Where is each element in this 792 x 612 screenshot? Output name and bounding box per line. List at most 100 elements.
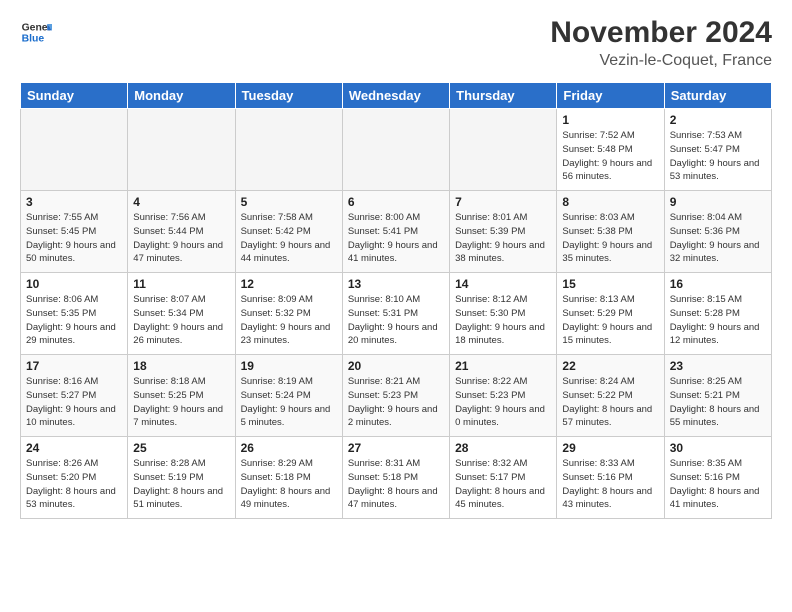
day-number: 20 (348, 359, 444, 373)
col-sunday: Sunday (21, 83, 128, 109)
calendar-cell: 16 Sunrise: 8:15 AM Sunset: 5:28 PM Dayli… (664, 273, 771, 355)
day-number: 4 (133, 195, 229, 209)
day-number: 29 (562, 441, 658, 455)
col-saturday: Saturday (664, 83, 771, 109)
calendar-header-row: Sunday Monday Tuesday Wednesday Thursday… (21, 83, 772, 109)
day-number: 11 (133, 277, 229, 291)
day-number: 5 (241, 195, 337, 209)
day-number: 14 (455, 277, 551, 291)
day-info: Sunrise: 8:33 AM Sunset: 5:16 PM Dayligh… (562, 457, 658, 512)
day-info: Sunrise: 8:35 AM Sunset: 5:16 PM Dayligh… (670, 457, 766, 512)
calendar-cell: 24 Sunrise: 8:26 AM Sunset: 5:20 PM Dayli… (21, 437, 128, 519)
day-info: Sunrise: 8:28 AM Sunset: 5:19 PM Dayligh… (133, 457, 229, 512)
calendar-cell (128, 109, 235, 191)
col-monday: Monday (128, 83, 235, 109)
calendar-week-row-2: 10 Sunrise: 8:06 AM Sunset: 5:35 PM Dayli… (21, 273, 772, 355)
calendar-cell: 21 Sunrise: 8:22 AM Sunset: 5:23 PM Dayli… (450, 355, 557, 437)
day-number: 3 (26, 195, 122, 209)
day-info: Sunrise: 8:22 AM Sunset: 5:23 PM Dayligh… (455, 375, 551, 430)
calendar-week-row-1: 3 Sunrise: 7:55 AM Sunset: 5:45 PM Daylig… (21, 191, 772, 273)
day-info: Sunrise: 8:04 AM Sunset: 5:36 PM Dayligh… (670, 211, 766, 266)
title-block: November 2024 Vezin-le-Coquet, France (550, 16, 772, 70)
calendar-cell: 6 Sunrise: 8:00 AM Sunset: 5:41 PM Daylig… (342, 191, 449, 273)
page-header: General Blue November 2024 Vezin-le-Coqu… (20, 16, 772, 70)
calendar-cell: 7Sunrise: 8:01 AM Sunset: 5:39 PM Daylig… (450, 191, 557, 273)
svg-text:Blue: Blue (22, 34, 45, 45)
calendar-cell: 5 Sunrise: 7:58 AM Sunset: 5:42 PM Daylig… (235, 191, 342, 273)
calendar-cell: 29 Sunrise: 8:33 AM Sunset: 5:16 PM Dayli… (557, 437, 664, 519)
day-info: Sunrise: 8:00 AM Sunset: 5:41 PM Dayligh… (348, 211, 444, 266)
day-info: Sunrise: 8:18 AM Sunset: 5:25 PM Dayligh… (133, 375, 229, 430)
day-number: 25 (133, 441, 229, 455)
day-info: Sunrise: 8:21 AM Sunset: 5:23 PM Dayligh… (348, 375, 444, 430)
day-info: Sunrise: 8:32 AM Sunset: 5:17 PM Dayligh… (455, 457, 551, 512)
col-tuesday: Tuesday (235, 83, 342, 109)
day-info: Sunrise: 8:03 AM Sunset: 5:38 PM Dayligh… (562, 211, 658, 266)
day-number: 13 (348, 277, 444, 291)
day-info: Sunrise: 8:29 AM Sunset: 5:18 PM Dayligh… (241, 457, 337, 512)
day-number: 10 (26, 277, 122, 291)
calendar-cell: 25 Sunrise: 8:28 AM Sunset: 5:19 PM Dayli… (128, 437, 235, 519)
day-number: 28 (455, 441, 551, 455)
day-info: Sunrise: 7:55 AM Sunset: 5:45 PM Dayligh… (26, 211, 122, 266)
calendar-cell: 17 Sunrise: 8:16 AM Sunset: 5:27 PM Dayli… (21, 355, 128, 437)
calendar-cell: 23 Sunrise: 8:25 AM Sunset: 5:21 PM Dayli… (664, 355, 771, 437)
day-info: Sunrise: 8:12 AM Sunset: 5:30 PM Dayligh… (455, 293, 551, 348)
calendar-cell: 22Sunrise: 8:24 AM Sunset: 5:22 PM Dayli… (557, 355, 664, 437)
day-number: 12 (241, 277, 337, 291)
day-info: Sunrise: 8:16 AM Sunset: 5:27 PM Dayligh… (26, 375, 122, 430)
day-number: 2 (670, 113, 766, 127)
day-info: Sunrise: 7:58 AM Sunset: 5:42 PM Dayligh… (241, 211, 337, 266)
day-info: Sunrise: 8:09 AM Sunset: 5:32 PM Dayligh… (241, 293, 337, 348)
calendar-table: Sunday Monday Tuesday Wednesday Thursday… (20, 82, 772, 519)
calendar-cell: 12 Sunrise: 8:09 AM Sunset: 5:32 PM Dayli… (235, 273, 342, 355)
calendar-cell: 18 Sunrise: 8:18 AM Sunset: 5:25 PM Dayli… (128, 355, 235, 437)
calendar-cell: 11 Sunrise: 8:07 AM Sunset: 5:34 PM Dayli… (128, 273, 235, 355)
day-number: 17 (26, 359, 122, 373)
calendar-cell: 2Sunrise: 7:53 AM Sunset: 5:47 PM Daylig… (664, 109, 771, 191)
day-number: 30 (670, 441, 766, 455)
day-number: 23 (670, 359, 766, 373)
calendar-cell: 8 Sunrise: 8:03 AM Sunset: 5:38 PM Daylig… (557, 191, 664, 273)
day-info: Sunrise: 8:06 AM Sunset: 5:35 PM Dayligh… (26, 293, 122, 348)
calendar-week-row-0: 1 Sunrise: 7:52 AM Sunset: 5:48 PM Daylig… (21, 109, 772, 191)
page-subtitle: Vezin-le-Coquet, France (550, 52, 772, 70)
day-number: 15 (562, 277, 658, 291)
logo: General Blue (20, 16, 52, 48)
day-info: Sunrise: 8:13 AM Sunset: 5:29 PM Dayligh… (562, 293, 658, 348)
calendar-week-row-4: 24 Sunrise: 8:26 AM Sunset: 5:20 PM Dayli… (21, 437, 772, 519)
day-info: Sunrise: 8:19 AM Sunset: 5:24 PM Dayligh… (241, 375, 337, 430)
calendar-cell: 26 Sunrise: 8:29 AM Sunset: 5:18 PM Dayli… (235, 437, 342, 519)
day-info: Sunrise: 8:26 AM Sunset: 5:20 PM Dayligh… (26, 457, 122, 512)
calendar-cell: 19 Sunrise: 8:19 AM Sunset: 5:24 PM Dayli… (235, 355, 342, 437)
day-number: 21 (455, 359, 551, 373)
day-info: Sunrise: 8:07 AM Sunset: 5:34 PM Dayligh… (133, 293, 229, 348)
day-info: Sunrise: 8:25 AM Sunset: 5:21 PM Dayligh… (670, 375, 766, 430)
day-number: 6 (348, 195, 444, 209)
calendar-cell: 10 Sunrise: 8:06 AM Sunset: 5:35 PM Dayli… (21, 273, 128, 355)
day-info: Sunrise: 7:52 AM Sunset: 5:48 PM Dayligh… (562, 129, 658, 184)
day-number: 1 (562, 113, 658, 127)
day-number: 24 (26, 441, 122, 455)
calendar-cell: 15 Sunrise: 8:13 AM Sunset: 5:29 PM Dayli… (557, 273, 664, 355)
day-info: Sunrise: 8:15 AM Sunset: 5:28 PM Dayligh… (670, 293, 766, 348)
day-number: 9 (670, 195, 766, 209)
col-wednesday: Wednesday (342, 83, 449, 109)
calendar-cell: 1 Sunrise: 7:52 AM Sunset: 5:48 PM Daylig… (557, 109, 664, 191)
day-number: 26 (241, 441, 337, 455)
day-info: Sunrise: 8:31 AM Sunset: 5:18 PM Dayligh… (348, 457, 444, 512)
calendar-cell: 14 Sunrise: 8:12 AM Sunset: 5:30 PM Dayli… (450, 273, 557, 355)
calendar-cell: 20 Sunrise: 8:21 AM Sunset: 5:23 PM Dayli… (342, 355, 449, 437)
day-number: 18 (133, 359, 229, 373)
day-number: 19 (241, 359, 337, 373)
calendar-cell: 9 Sunrise: 8:04 AM Sunset: 5:36 PM Daylig… (664, 191, 771, 273)
day-number: 16 (670, 277, 766, 291)
col-friday: Friday (557, 83, 664, 109)
calendar-cell: 13Sunrise: 8:10 AM Sunset: 5:31 PM Dayli… (342, 273, 449, 355)
calendar-cell (450, 109, 557, 191)
calendar-cell: 28 Sunrise: 8:32 AM Sunset: 5:17 PM Dayli… (450, 437, 557, 519)
day-number: 27 (348, 441, 444, 455)
day-number: 8 (562, 195, 658, 209)
col-thursday: Thursday (450, 83, 557, 109)
calendar-cell: 4Sunrise: 7:56 AM Sunset: 5:44 PM Daylig… (128, 191, 235, 273)
